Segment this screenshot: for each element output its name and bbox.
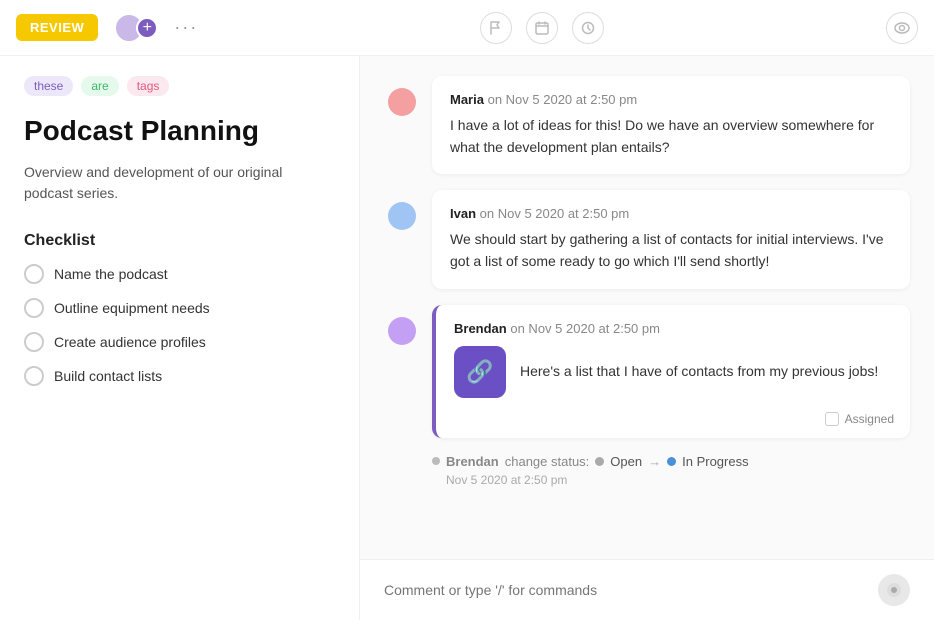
checklist-item-2[interactable]: Outline equipment needs: [24, 298, 335, 318]
flag-icon[interactable]: [480, 12, 512, 44]
comment-author-ivan: Ivan: [450, 206, 476, 221]
comment-text-brendan: Here's a list that I have of contacts fr…: [520, 361, 892, 382]
checklist-heading: Checklist: [24, 232, 335, 250]
right-panel: Maria on Nov 5 2020 at 2:50 pm I have a …: [360, 56, 934, 620]
checklist-checkbox-2[interactable]: [24, 298, 44, 318]
attachment-icon[interactable]: 🔗: [454, 346, 506, 398]
arrow-icon: →: [648, 454, 661, 469]
more-options-button[interactable]: ···: [174, 17, 198, 38]
checklist-checkbox-3[interactable]: [24, 332, 44, 352]
avatar-brendan: [388, 317, 416, 345]
checklist-label-3: Create audience profiles: [54, 334, 206, 350]
comment-send-button[interactable]: [878, 574, 910, 606]
comment-input[interactable]: [384, 582, 868, 598]
comment-text-ivan: We should start by gathering a list of c…: [450, 229, 892, 272]
checklist-item-4[interactable]: Build contact lists: [24, 366, 335, 386]
tag-tags[interactable]: tags: [127, 76, 170, 96]
status-change-row: Brendan change status: Open → In Progres…: [432, 454, 910, 469]
calendar-icon[interactable]: [526, 12, 558, 44]
status-from: Open: [610, 454, 642, 469]
comment-meta-maria: Maria on Nov 5 2020 at 2:50 pm: [450, 92, 892, 107]
comment-author-brendan: Brendan: [454, 321, 507, 336]
comment-text-maria: I have a lot of ideas for this! Do we ha…: [450, 115, 892, 158]
comment-wrapper-ivan: Ivan on Nov 5 2020 at 2:50 pm We should …: [384, 190, 910, 288]
page-description: Overview and development of our original…: [24, 162, 335, 204]
tag-these[interactable]: these: [24, 76, 73, 96]
comment-wrapper-brendan: Brendan on Nov 5 2020 at 2:50 pm 🔗 Here'…: [384, 305, 910, 438]
topbar: REVIEW + ···: [0, 0, 934, 56]
checklist-label-4: Build contact lists: [54, 368, 162, 384]
comment-timestamp-ivan: on Nov 5 2020 at 2:50 pm: [480, 206, 630, 221]
status-change: Brendan change status: Open → In Progres…: [384, 454, 910, 487]
comment-input-bar: [360, 559, 934, 620]
assigned-checkbox[interactable]: [825, 412, 839, 426]
tag-are[interactable]: are: [81, 76, 118, 96]
checklist-checkbox-4[interactable]: [24, 366, 44, 386]
status-change-author: Brendan: [446, 454, 499, 469]
clock-icon[interactable]: [572, 12, 604, 44]
page-title: Podcast Planning: [24, 114, 335, 148]
review-button[interactable]: REVIEW: [16, 14, 98, 41]
checklist-checkbox-1[interactable]: [24, 264, 44, 284]
comment-card-brendan: Brendan on Nov 5 2020 at 2:50 pm 🔗 Here'…: [432, 305, 910, 438]
left-panel: these are tags Podcast Planning Overview…: [0, 56, 360, 620]
status-change-timestamp: Nov 5 2020 at 2:50 pm: [432, 473, 910, 487]
status-to: In Progress: [682, 454, 748, 469]
right-toolbar: [886, 12, 918, 44]
toolbar-icons: [210, 12, 874, 44]
status-dot-to: [667, 457, 676, 466]
comment-meta-brendan: Brendan on Nov 5 2020 at 2:50 pm: [454, 321, 892, 336]
comments-area: Maria on Nov 5 2020 at 2:50 pm I have a …: [360, 56, 934, 559]
main-layout: these are tags Podcast Planning Overview…: [0, 56, 934, 620]
avatar-group: +: [114, 13, 158, 43]
tags-row: these are tags: [24, 76, 335, 96]
status-change-prefix: change status:: [505, 454, 590, 469]
comment-timestamp-brendan: on Nov 5 2020 at 2:50 pm: [510, 321, 660, 336]
avatar-ivan: [388, 202, 416, 230]
comment-card-maria: Maria on Nov 5 2020 at 2:50 pm I have a …: [432, 76, 910, 174]
assigned-badge: Assigned: [825, 412, 894, 426]
comment-author-maria: Maria: [450, 92, 484, 107]
checklist-label-2: Outline equipment needs: [54, 300, 210, 316]
assigned-label: Assigned: [845, 412, 894, 426]
checklist-item-3[interactable]: Create audience profiles: [24, 332, 335, 352]
comment-card-ivan: Ivan on Nov 5 2020 at 2:50 pm We should …: [432, 190, 910, 288]
comment-meta-ivan: Ivan on Nov 5 2020 at 2:50 pm: [450, 206, 892, 221]
comment-timestamp-maria: on Nov 5 2020 at 2:50 pm: [488, 92, 638, 107]
status-dot-from: [595, 457, 604, 466]
add-user-button[interactable]: +: [136, 17, 158, 39]
checklist-label-1: Name the podcast: [54, 266, 168, 282]
status-bullet: [432, 457, 440, 465]
checklist-item-1[interactable]: Name the podcast: [24, 264, 335, 284]
comment-wrapper-maria: Maria on Nov 5 2020 at 2:50 pm I have a …: [384, 76, 910, 174]
avatar-maria: [388, 88, 416, 116]
attachment-row: 🔗 Here's a list that I have of contacts …: [454, 346, 892, 398]
eye-icon[interactable]: [886, 12, 918, 44]
